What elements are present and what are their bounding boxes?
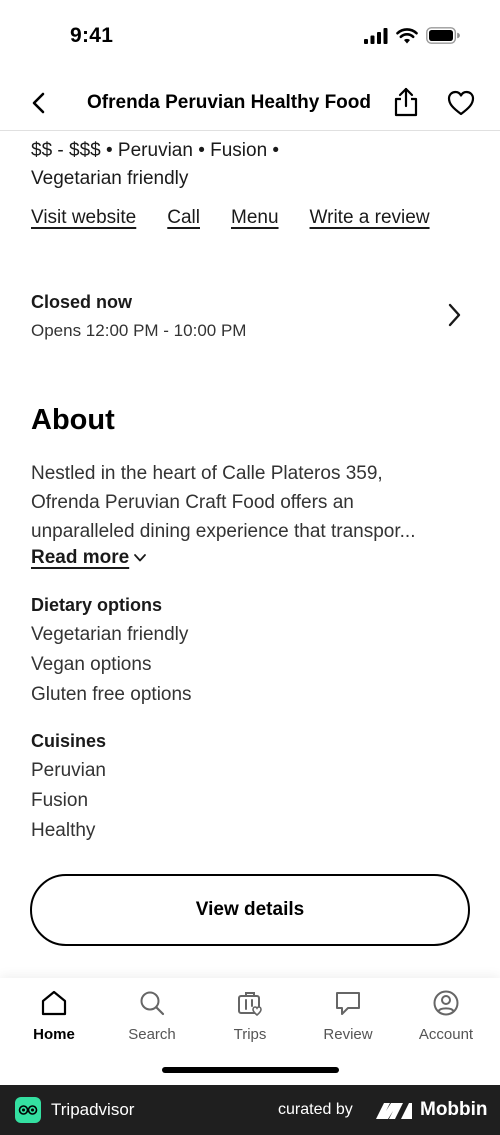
write-review-link[interactable]: Write a review	[310, 207, 430, 229]
status-time: 9:41	[70, 24, 114, 47]
status-bar: 9:41	[0, 0, 500, 75]
tab-label: Home	[33, 1026, 75, 1043]
owl-icon	[18, 1105, 38, 1115]
chevron-right-icon	[448, 303, 461, 327]
price-cuisine-line: $$ - $$$ • Peruvian • Fusion •	[31, 140, 280, 161]
chevron-down-icon	[134, 554, 147, 562]
header: Ofrenda Peruvian Healthy Food	[0, 78, 500, 131]
call-link[interactable]: Call	[167, 207, 200, 229]
action-links: Visit website Call Menu Write a review	[31, 207, 430, 229]
menu-link[interactable]: Menu	[231, 207, 279, 229]
dietary-list: Vegetarian friendly Vegan options Gluten…	[31, 620, 192, 710]
about-line: Nestled in the heart of Calle Plateros 3…	[31, 463, 383, 484]
hours-chevron	[443, 302, 465, 328]
share-button[interactable]	[392, 87, 420, 117]
tripadvisor-logo	[15, 1097, 41, 1123]
read-more-label: Read more	[31, 547, 130, 568]
cuisine-item: Fusion	[31, 790, 89, 811]
cuisines-heading: Cuisines	[31, 731, 107, 751]
tab-review[interactable]: Review	[303, 988, 393, 1048]
tab-label: Review	[323, 1026, 373, 1043]
cuisine-item: Peruvian	[31, 760, 106, 781]
tab-label: Search	[128, 1026, 176, 1043]
account-icon	[433, 990, 459, 1016]
mobbin-logo-icon	[376, 1103, 412, 1119]
about-heading: About	[31, 404, 115, 436]
status-icons	[364, 27, 460, 44]
dietary-heading: Dietary options	[31, 595, 163, 615]
tab-label: Trips	[233, 1026, 267, 1043]
tab-account[interactable]: Account	[401, 988, 491, 1048]
open-status: Closed now	[31, 292, 133, 312]
dietary-item: Vegetarian friendly	[31, 624, 189, 645]
battery-icon	[426, 27, 460, 44]
tab-trips[interactable]: Trips	[205, 988, 295, 1048]
about-description: Nestled in the heart of Calle Plateros 3…	[31, 459, 471, 546]
read-more-button[interactable]: Read more	[31, 547, 147, 569]
cuisines-list: Peruvian Fusion Healthy	[31, 756, 106, 846]
tab-home[interactable]: Home	[9, 988, 99, 1048]
opening-hours: Opens 12:00 PM - 10:00 PM	[31, 321, 247, 340]
hours-row[interactable]: Closed now Opens 12:00 PM - 10:00 PM	[0, 283, 500, 353]
signal-icon	[364, 27, 388, 44]
view-details-button[interactable]: View details	[30, 874, 470, 946]
visit-website-link[interactable]: Visit website	[31, 207, 136, 229]
page-title: Ofrenda Peruvian Healthy Food	[87, 92, 371, 113]
tab-search[interactable]: Search	[107, 988, 197, 1048]
review-icon	[336, 992, 360, 1015]
restaurant-meta: $$ - $$$ • Peruvian • Fusion • Vegetaria…	[31, 137, 471, 193]
cuisine-item: Healthy	[31, 820, 96, 841]
home-indicator	[162, 1067, 339, 1073]
tags-line: Vegetarian friendly	[31, 168, 189, 189]
search-icon	[140, 991, 165, 1016]
wifi-icon	[396, 27, 418, 43]
tripadvisor-brand: Tripadvisor	[51, 1100, 135, 1119]
about-line: Ofrenda Peruvian Craft Food offers an	[31, 492, 354, 513]
back-button[interactable]	[26, 90, 52, 116]
tab-label: Account	[418, 1026, 474, 1043]
dietary-item: Gluten free options	[31, 684, 192, 705]
home-icon	[41, 990, 67, 1016]
footer-bar: Tripadvisor curated by Mobbin	[0, 1085, 500, 1135]
share-icon	[394, 87, 418, 117]
trips-icon	[238, 992, 262, 1017]
save-heart-button[interactable]	[447, 90, 475, 116]
curated-by-text: curated by	[278, 1101, 353, 1118]
back-arrow-icon	[32, 92, 45, 114]
mobbin-brand: Mobbin	[420, 1099, 488, 1120]
about-line: unparalleled dining experience that tran…	[31, 521, 416, 542]
dietary-item: Vegan options	[31, 654, 152, 675]
heart-icon	[447, 90, 475, 116]
